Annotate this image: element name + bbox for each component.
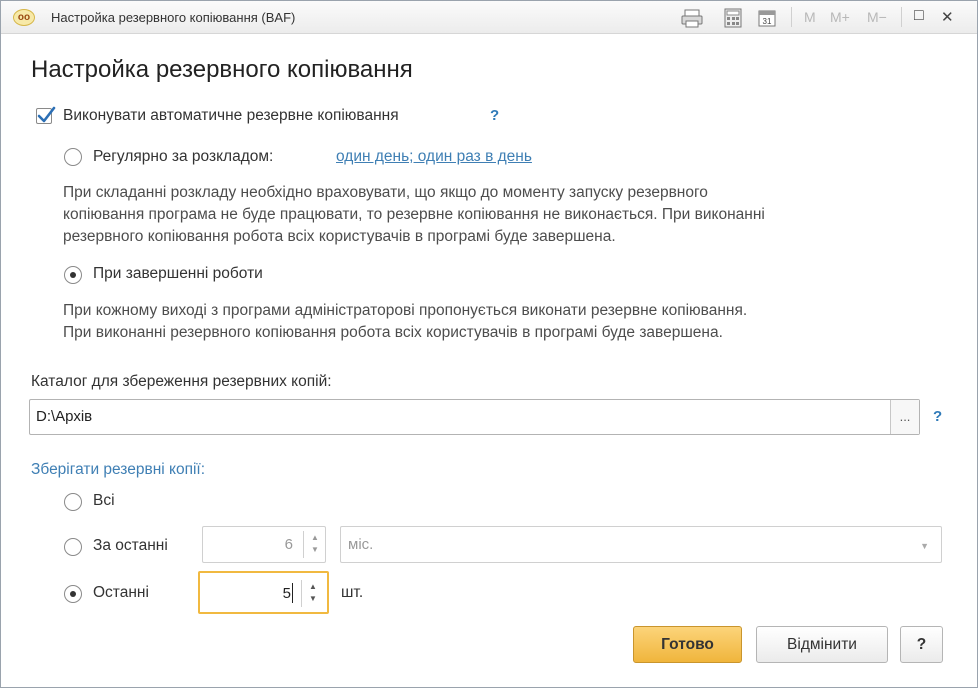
calculator-icon[interactable] (723, 8, 743, 28)
spin-up-icon[interactable]: ▲ (302, 582, 324, 592)
auto-backup-help-icon[interactable]: ? (490, 107, 499, 124)
memory-m-button[interactable]: M (804, 9, 816, 25)
on-exit-description-line: При виконанні резервного копіювання робо… (63, 324, 723, 341)
spin-down-icon[interactable]: ▼ (302, 594, 324, 604)
count-unit-label: шт. (341, 584, 364, 601)
auto-backup-checkbox[interactable] (36, 106, 56, 124)
schedule-link[interactable]: один день; один раз в день (336, 148, 532, 166)
browse-button[interactable]: ... (890, 400, 919, 434)
period-unit-select[interactable]: міс. ▼ (340, 526, 942, 563)
help-button[interactable]: ? (900, 626, 943, 663)
chevron-down-icon[interactable]: ▼ (920, 541, 929, 551)
app-logo-icon: oo (13, 9, 35, 26)
retention-section-title: Зберігати резервні копії: (31, 461, 206, 478)
retention-all-label[interactable]: Всі (93, 492, 115, 510)
count-spin-buttons[interactable]: ▲ ▼ (301, 580, 323, 607)
on-exit-description-line: При кожному виході з програми адміністра… (63, 302, 748, 319)
schedule-label[interactable]: Регулярно за розкладом: (93, 148, 273, 166)
on-exit-radio[interactable] (64, 266, 82, 284)
spin-up-icon[interactable]: ▲ (304, 533, 326, 543)
directory-label: Каталог для збереження резервних копій: (31, 373, 332, 390)
retention-period-label[interactable]: За останні (93, 537, 168, 555)
toolbar-separator (901, 7, 902, 27)
cancel-button[interactable]: Відмінити (756, 626, 888, 663)
count-value[interactable]: 5 (283, 585, 291, 602)
count-stepper[interactable]: 5 ▲ ▼ (198, 571, 329, 614)
maximize-icon[interactable]: □ (914, 7, 924, 25)
title-bar: oo Настройка резервного копіювання (BAF)… (1, 1, 977, 34)
memory-minus-button[interactable]: M− (867, 9, 887, 25)
schedule-description-line: копіювання програма не буде працювати, т… (63, 206, 765, 223)
print-icon[interactable] (681, 8, 703, 28)
close-icon[interactable]: ✕ (941, 8, 954, 26)
retention-all-radio[interactable] (64, 493, 82, 511)
retention-count-label[interactable]: Останні (93, 584, 149, 602)
checkmark-icon (37, 106, 56, 123)
on-exit-label[interactable]: При завершенні роботи (93, 265, 263, 283)
retention-period-radio[interactable] (64, 538, 82, 556)
period-count-stepper[interactable]: 6 ▲ ▼ (202, 526, 326, 563)
period-count-value[interactable]: 6 (285, 536, 293, 553)
directory-input[interactable]: D:\Архів ... (29, 399, 920, 435)
directory-help-icon[interactable]: ? (933, 408, 942, 425)
toolbar-separator (791, 7, 792, 27)
schedule-description-line: При складанні розкладу необхідно врахову… (63, 184, 708, 201)
spin-down-icon[interactable]: ▼ (304, 545, 326, 555)
calendar-icon[interactable]: 31 (757, 8, 777, 28)
window-title: Настройка резервного копіювання (BAF) (51, 10, 296, 25)
page-title: Настройка резервного копіювання (31, 56, 413, 83)
svg-text:31: 31 (763, 17, 772, 26)
ok-button[interactable]: Готово (633, 626, 742, 663)
directory-value[interactable]: D:\Архів (36, 408, 92, 425)
dialog-window: oo Настройка резервного копіювання (BAF)… (0, 0, 978, 688)
memory-plus-button[interactable]: M+ (830, 9, 850, 25)
text-cursor (292, 583, 293, 603)
schedule-description-line: резервного копіювання робота всіх корист… (63, 228, 616, 245)
period-spin-buttons[interactable]: ▲ ▼ (303, 531, 325, 558)
retention-count-radio[interactable] (64, 585, 82, 603)
schedule-radio[interactable] (64, 148, 82, 166)
period-unit-value[interactable]: міс. (348, 536, 373, 553)
auto-backup-label[interactable]: Виконувати автоматичне резервне копіюван… (63, 107, 399, 125)
